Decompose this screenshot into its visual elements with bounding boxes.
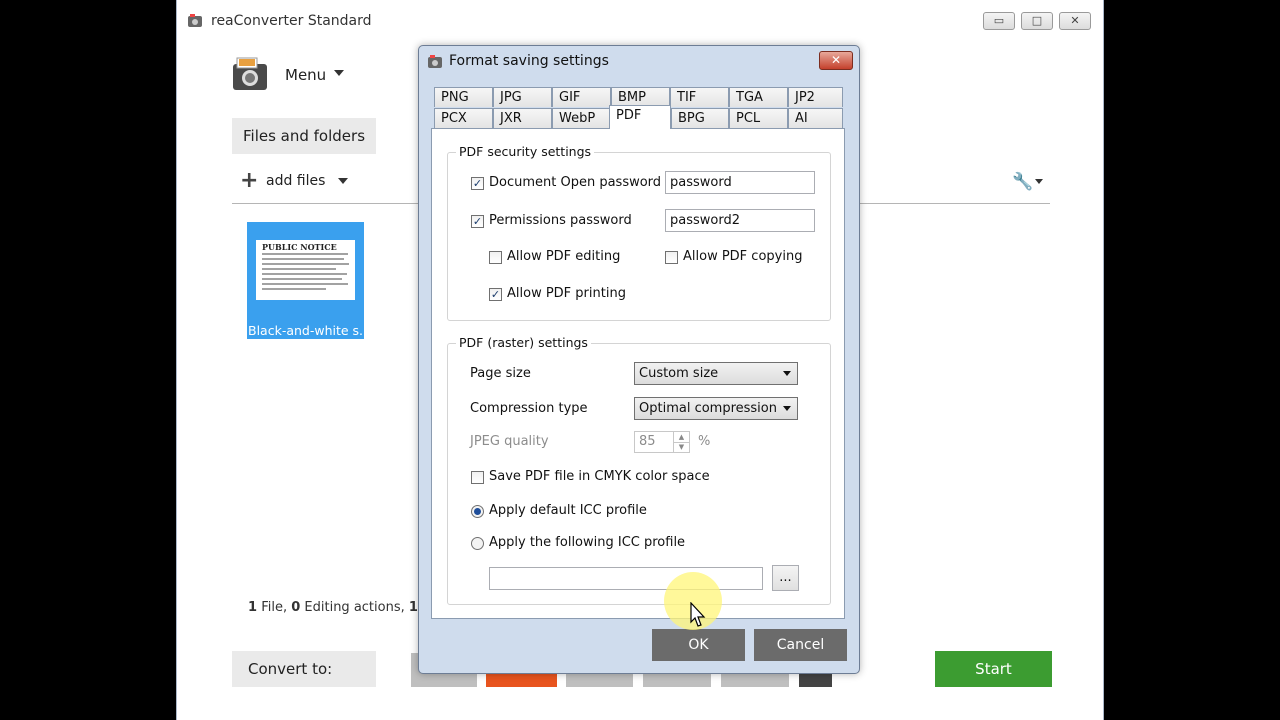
document-text-lines [262, 253, 349, 290]
ok-button[interactable]: OK [652, 629, 745, 661]
pdf-security-group: PDF security settings ✓ Document Open pa… [447, 144, 831, 321]
add-files-button[interactable]: add files [266, 173, 325, 189]
permissions-password-input[interactable]: password2 [665, 209, 815, 232]
close-window-button[interactable]: ✕ [1059, 12, 1091, 30]
icc-path-input[interactable] [489, 567, 763, 590]
wrench-icon[interactable]: 🔧 [1012, 172, 1033, 192]
percent-unit: % [698, 434, 711, 449]
plus-icon[interactable]: + [240, 170, 258, 192]
tab-gif[interactable]: GIF [552, 87, 611, 107]
tab-bpg[interactable]: BPG [671, 108, 729, 128]
chevron-down-icon [783, 406, 791, 411]
jpeg-quality-stepper[interactable]: 85 ▲ ▼ [634, 431, 690, 453]
group-title: PDF (raster) settings [456, 335, 591, 350]
tab-pdf[interactable]: PDF [609, 105, 671, 129]
minimize-button[interactable]: ▭ [983, 12, 1015, 30]
tab-tif[interactable]: TIF [670, 87, 729, 107]
open-password-checkbox[interactable]: ✓ [471, 177, 484, 190]
chevron-down-icon[interactable] [338, 178, 348, 184]
page-size-value: Custom size [639, 366, 719, 381]
open-password-label: Document Open password [489, 175, 662, 190]
permissions-password-checkbox[interactable]: ✓ [471, 215, 484, 228]
tab-png[interactable]: PNG [434, 87, 493, 107]
jpeg-quality-label: JPEG quality [470, 434, 549, 449]
extra-count: 1 [408, 600, 418, 615]
permissions-password-label: Permissions password [489, 213, 632, 228]
tab-ai[interactable]: AI [788, 108, 843, 128]
app-icon [428, 55, 442, 68]
jpeg-quality-value: 85 [639, 434, 656, 449]
icc-default-label: Apply default ICC profile [489, 503, 647, 518]
pdf-settings-panel: PDF security settings ✓ Document Open pa… [431, 128, 845, 619]
document-preview: PUBLIC NOTICE [256, 240, 355, 300]
chevron-down-icon[interactable] [1035, 179, 1043, 184]
allow-printing-label: Allow PDF printing [507, 286, 626, 301]
title-bar: reaConverter Standard ▭ □ ✕ [177, 0, 1103, 42]
allow-copying-checkbox[interactable] [665, 251, 678, 264]
page-size-select[interactable]: Custom size [634, 362, 798, 385]
file-count: 1 [248, 600, 258, 615]
tab-pcx[interactable]: PCX [434, 108, 493, 128]
compression-type-select[interactable]: Optimal compression [634, 397, 798, 420]
start-button[interactable]: Start [935, 651, 1052, 687]
chevron-down-icon [783, 371, 791, 376]
page-size-label: Page size [470, 366, 531, 381]
allow-copying-label: Allow PDF copying [683, 249, 803, 264]
files-and-folders-tab[interactable]: Files and folders [232, 118, 376, 154]
allow-editing-checkbox[interactable] [489, 251, 502, 264]
arrow-down-icon[interactable]: ▼ [673, 442, 689, 452]
convert-to-label: Convert to: [232, 651, 376, 687]
edit-count-label: Editing actions, [304, 600, 405, 615]
cancel-button[interactable]: Cancel [754, 629, 847, 661]
close-dialog-button[interactable]: ✕ [819, 51, 853, 70]
group-title: PDF security settings [456, 144, 595, 159]
edit-count: 0 [291, 600, 301, 615]
icc-following-radio[interactable] [471, 537, 484, 550]
dialog-title: Format saving settings [449, 53, 609, 69]
thumbnail-label: Black-and-white s... [248, 323, 363, 338]
pdf-raster-group: PDF (raster) settings Page size Custom s… [447, 335, 831, 605]
status-bar: 1 File, 0 Editing actions, 1 [248, 600, 418, 615]
browse-button[interactable]: ... [772, 565, 799, 591]
tab-bmp[interactable]: BMP [611, 87, 670, 107]
allow-editing-label: Allow PDF editing [507, 249, 621, 264]
file-thumbnail[interactable]: PUBLIC NOTICE Black-and-white s... [247, 222, 364, 339]
menu-button[interactable]: Menu [285, 66, 326, 84]
format-saving-dialog: Format saving settings ✕ PNG JPG GIF BMP… [418, 45, 860, 674]
icc-following-label: Apply the following ICC profile [489, 535, 686, 550]
tab-jpg[interactable]: JPG [493, 87, 552, 107]
maximize-button[interactable]: □ [1021, 12, 1053, 30]
app-icon [188, 14, 202, 27]
tab-pcl[interactable]: PCL [729, 108, 788, 128]
cmyk-label: Save PDF file in CMYK color space [489, 469, 710, 484]
compression-type-value: Optimal compression [639, 401, 777, 416]
mouse-cursor-icon [690, 602, 706, 627]
tab-jp2[interactable]: JP2 [788, 87, 843, 107]
compression-type-label: Compression type [470, 401, 588, 416]
camera-logo-icon[interactable] [231, 56, 269, 92]
window-title: reaConverter Standard [211, 13, 372, 29]
chevron-down-icon[interactable] [334, 70, 344, 76]
file-count-label: File, [261, 600, 288, 615]
cmyk-checkbox[interactable] [471, 471, 484, 484]
tab-tga[interactable]: TGA [729, 87, 788, 107]
tab-jxr[interactable]: JXR [493, 108, 552, 128]
open-password-input[interactable]: password [665, 171, 815, 194]
allow-printing-checkbox[interactable]: ✓ [489, 288, 502, 301]
dialog-body: PNG JPG GIF BMP TIF TGA JP2 PCX JXR WebP… [431, 86, 847, 624]
icc-default-radio[interactable] [471, 505, 484, 518]
tab-webp[interactable]: WebP [552, 108, 611, 128]
